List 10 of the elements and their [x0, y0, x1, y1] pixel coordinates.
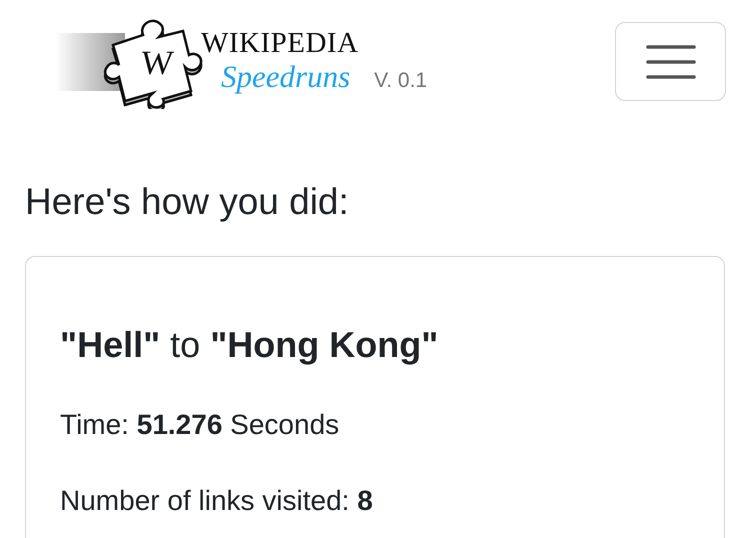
route-title: "Hell" to "Hong Kong" — [60, 323, 440, 367]
menu-button[interactable] — [615, 22, 726, 101]
result-stat: Time: 51.276 Seconds — [60, 408, 340, 442]
version-label: V. 0.1 — [374, 69, 428, 93]
logo-letter: W — [139, 45, 175, 83]
logo-subtitle: Speedruns — [221, 60, 350, 94]
result-stat: Number of links visited: 8 — [60, 484, 374, 518]
page-heading: Here's how you did: — [25, 180, 350, 224]
logo-wordmark: WIKIPEDIA — [201, 26, 360, 60]
menu-icon — [646, 44, 696, 80]
